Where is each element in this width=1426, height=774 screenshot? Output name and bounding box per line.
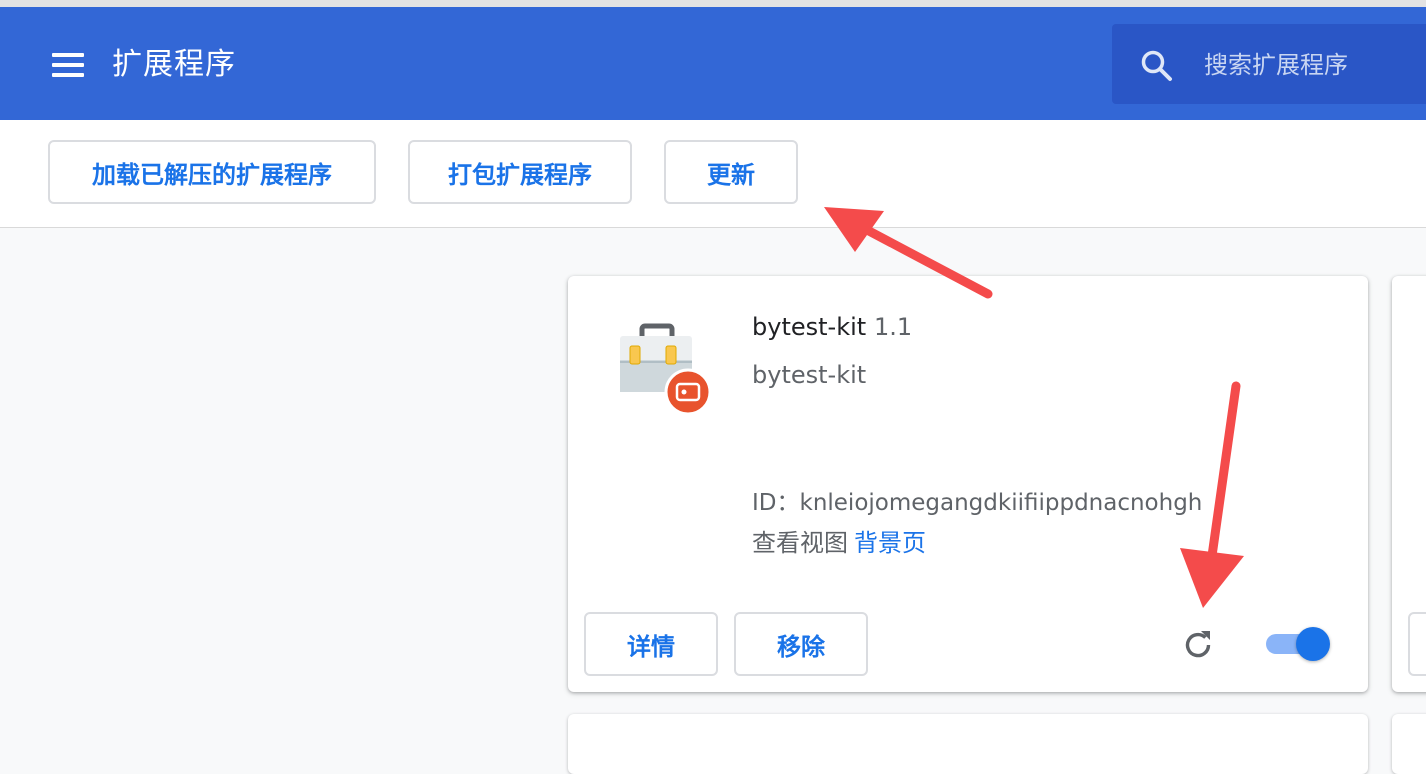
update-button[interactable]: 更新 (664, 140, 798, 204)
extension-description: bytest-kit (752, 361, 867, 389)
app-header: 扩展程序 搜索扩展程序 (0, 0, 1426, 120)
details-button[interactable]: 详情 (584, 612, 718, 676)
search-icon[interactable] (1140, 49, 1174, 83)
extension-card: bytest-kit 1.1 bytest-kit ID：knleiojomeg… (568, 276, 1368, 692)
search-box[interactable]: 搜索扩展程序 (1112, 24, 1426, 104)
reload-icon[interactable] (1180, 627, 1216, 663)
record-badge-icon (664, 368, 712, 416)
toggle-knob (1296, 627, 1330, 661)
extension-card-partial-bottom-right (1392, 714, 1426, 774)
hamburger-menu-icon[interactable] (52, 53, 84, 77)
details-button-partial[interactable] (1408, 612, 1426, 676)
search-input[interactable]: 搜索扩展程序 (1204, 50, 1348, 80)
page-title: 扩展程序 (112, 47, 236, 82)
load-unpacked-button[interactable]: 加载已解压的扩展程序 (48, 140, 376, 204)
toolbox-icon (620, 323, 712, 416)
inspect-views: 查看视图 背景页 (752, 528, 926, 558)
remove-button[interactable]: 移除 (734, 612, 868, 676)
extension-id-label: ID： (752, 490, 800, 516)
enable-toggle[interactable] (1266, 626, 1330, 662)
pack-extension-button[interactable]: 打包扩展程序 (408, 140, 632, 204)
background-page-link[interactable]: 背景页 (854, 529, 926, 557)
extension-card-partial-bottom (568, 714, 1368, 774)
extension-card-partial (1392, 276, 1426, 692)
extension-id-value: knleiojomegangdkiifiippdnacnohgh (799, 490, 1203, 516)
extension-name: bytest-kit (752, 313, 867, 341)
developer-toolbar: 加载已解压的扩展程序 打包扩展程序 更新 (0, 120, 1426, 228)
extension-id: ID：knleiojomegangdkiifiippdnacnohgh (752, 488, 1206, 518)
inspect-views-label: 查看视图 (752, 529, 848, 557)
extension-version: 1.1 (874, 313, 913, 341)
